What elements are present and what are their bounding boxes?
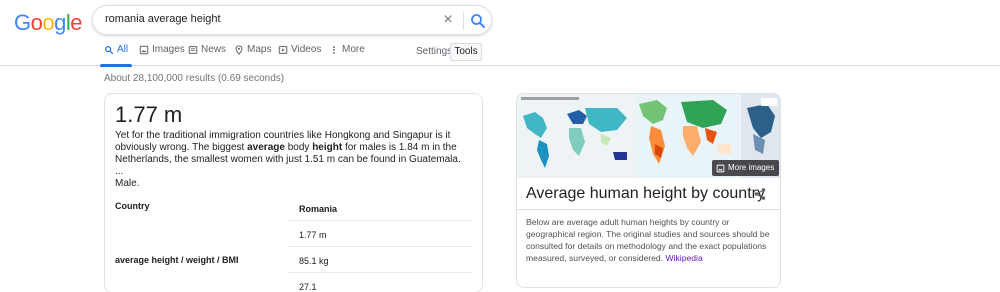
result-stats: About 28,100,000 results (0.69 seconds) — [104, 73, 285, 84]
search-box[interactable]: romania average height × — [92, 5, 492, 35]
search-input[interactable]: romania average height — [105, 13, 221, 25]
search-divider — [463, 12, 464, 30]
more-images-button[interactable]: More images — [712, 160, 780, 176]
logo-letter: o — [42, 10, 55, 35]
wikipedia-link[interactable]: Wikipedia — [665, 253, 702, 263]
search-icon[interactable] — [469, 12, 487, 30]
snippet-text: Yet for the traditional immigration coun… — [115, 130, 475, 166]
row-label-part: average — [115, 255, 150, 265]
image-icon — [716, 164, 725, 172]
snippet-highlight: height — [312, 142, 343, 153]
tab-more[interactable]: More — [329, 44, 365, 65]
snippet-male: Male. — [115, 178, 140, 189]
more-vert-icon — [333, 46, 335, 54]
tab-maps[interactable]: Maps — [234, 44, 271, 65]
featured-snippet: 1.77 m Yet for the traditional immigrati… — [104, 93, 483, 292]
settings-link[interactable]: Settings — [416, 46, 452, 57]
panel-title: Average human height by country — [526, 185, 765, 202]
answer-headline: 1.77 m — [115, 102, 183, 127]
table-divider — [287, 246, 473, 247]
tools-button[interactable]: Tools — [450, 43, 482, 61]
tab-label: All — [117, 44, 129, 55]
tab-label: Images — [152, 44, 185, 55]
table-cell-weight: 85.1 kg — [299, 256, 329, 266]
header: Google romania average height × All Imag… — [0, 0, 1000, 67]
row-label-part: / weight / BMI — [178, 255, 239, 265]
table-divider — [287, 272, 473, 273]
snippet-part: body — [284, 142, 313, 153]
more-images-label: More images — [728, 163, 775, 172]
tab-label: Videos — [291, 44, 322, 55]
snippet-ellipsis: ... — [115, 166, 124, 177]
news-icon — [188, 46, 198, 54]
table-row-label: average height / weight / BMI — [115, 255, 239, 265]
row-label-part: height — [151, 255, 179, 265]
knowledge-panel: More images Average human height by coun… — [516, 93, 781, 288]
search-icon — [105, 46, 114, 55]
play-icon — [278, 46, 288, 54]
logo-letter: G — [14, 10, 31, 35]
table-divider — [287, 220, 473, 221]
panel-divider — [517, 209, 780, 210]
tab-label: More — [342, 44, 365, 55]
google-logo[interactable]: Google — [14, 10, 83, 36]
table-cell-bmi: 27.1 — [299, 282, 317, 292]
table-header-romania: Romania — [299, 204, 338, 214]
tab-all[interactable]: All — [99, 44, 133, 67]
tab-videos[interactable]: Videos — [278, 44, 321, 65]
tab-images[interactable]: Images — [139, 44, 185, 65]
table-cell-height: 1.77 m — [299, 230, 327, 240]
description-text: Below are average adult human heights by… — [526, 217, 770, 263]
share-icon[interactable] — [753, 187, 767, 201]
logo-letter: g — [54, 10, 66, 35]
logo-letter: e — [70, 10, 83, 35]
image-icon — [139, 45, 149, 55]
tab-news[interactable]: News — [188, 44, 226, 65]
snippet-highlight: average — [247, 142, 285, 153]
panel-description: Below are average adult human heights by… — [526, 216, 776, 264]
logo-letter: o — [30, 10, 43, 35]
tab-label: Maps — [247, 44, 272, 55]
tab-label: News — [201, 44, 227, 55]
map-pin-icon — [235, 45, 243, 55]
clear-icon[interactable]: × — [441, 11, 455, 29]
table-header-country: Country — [115, 201, 150, 211]
